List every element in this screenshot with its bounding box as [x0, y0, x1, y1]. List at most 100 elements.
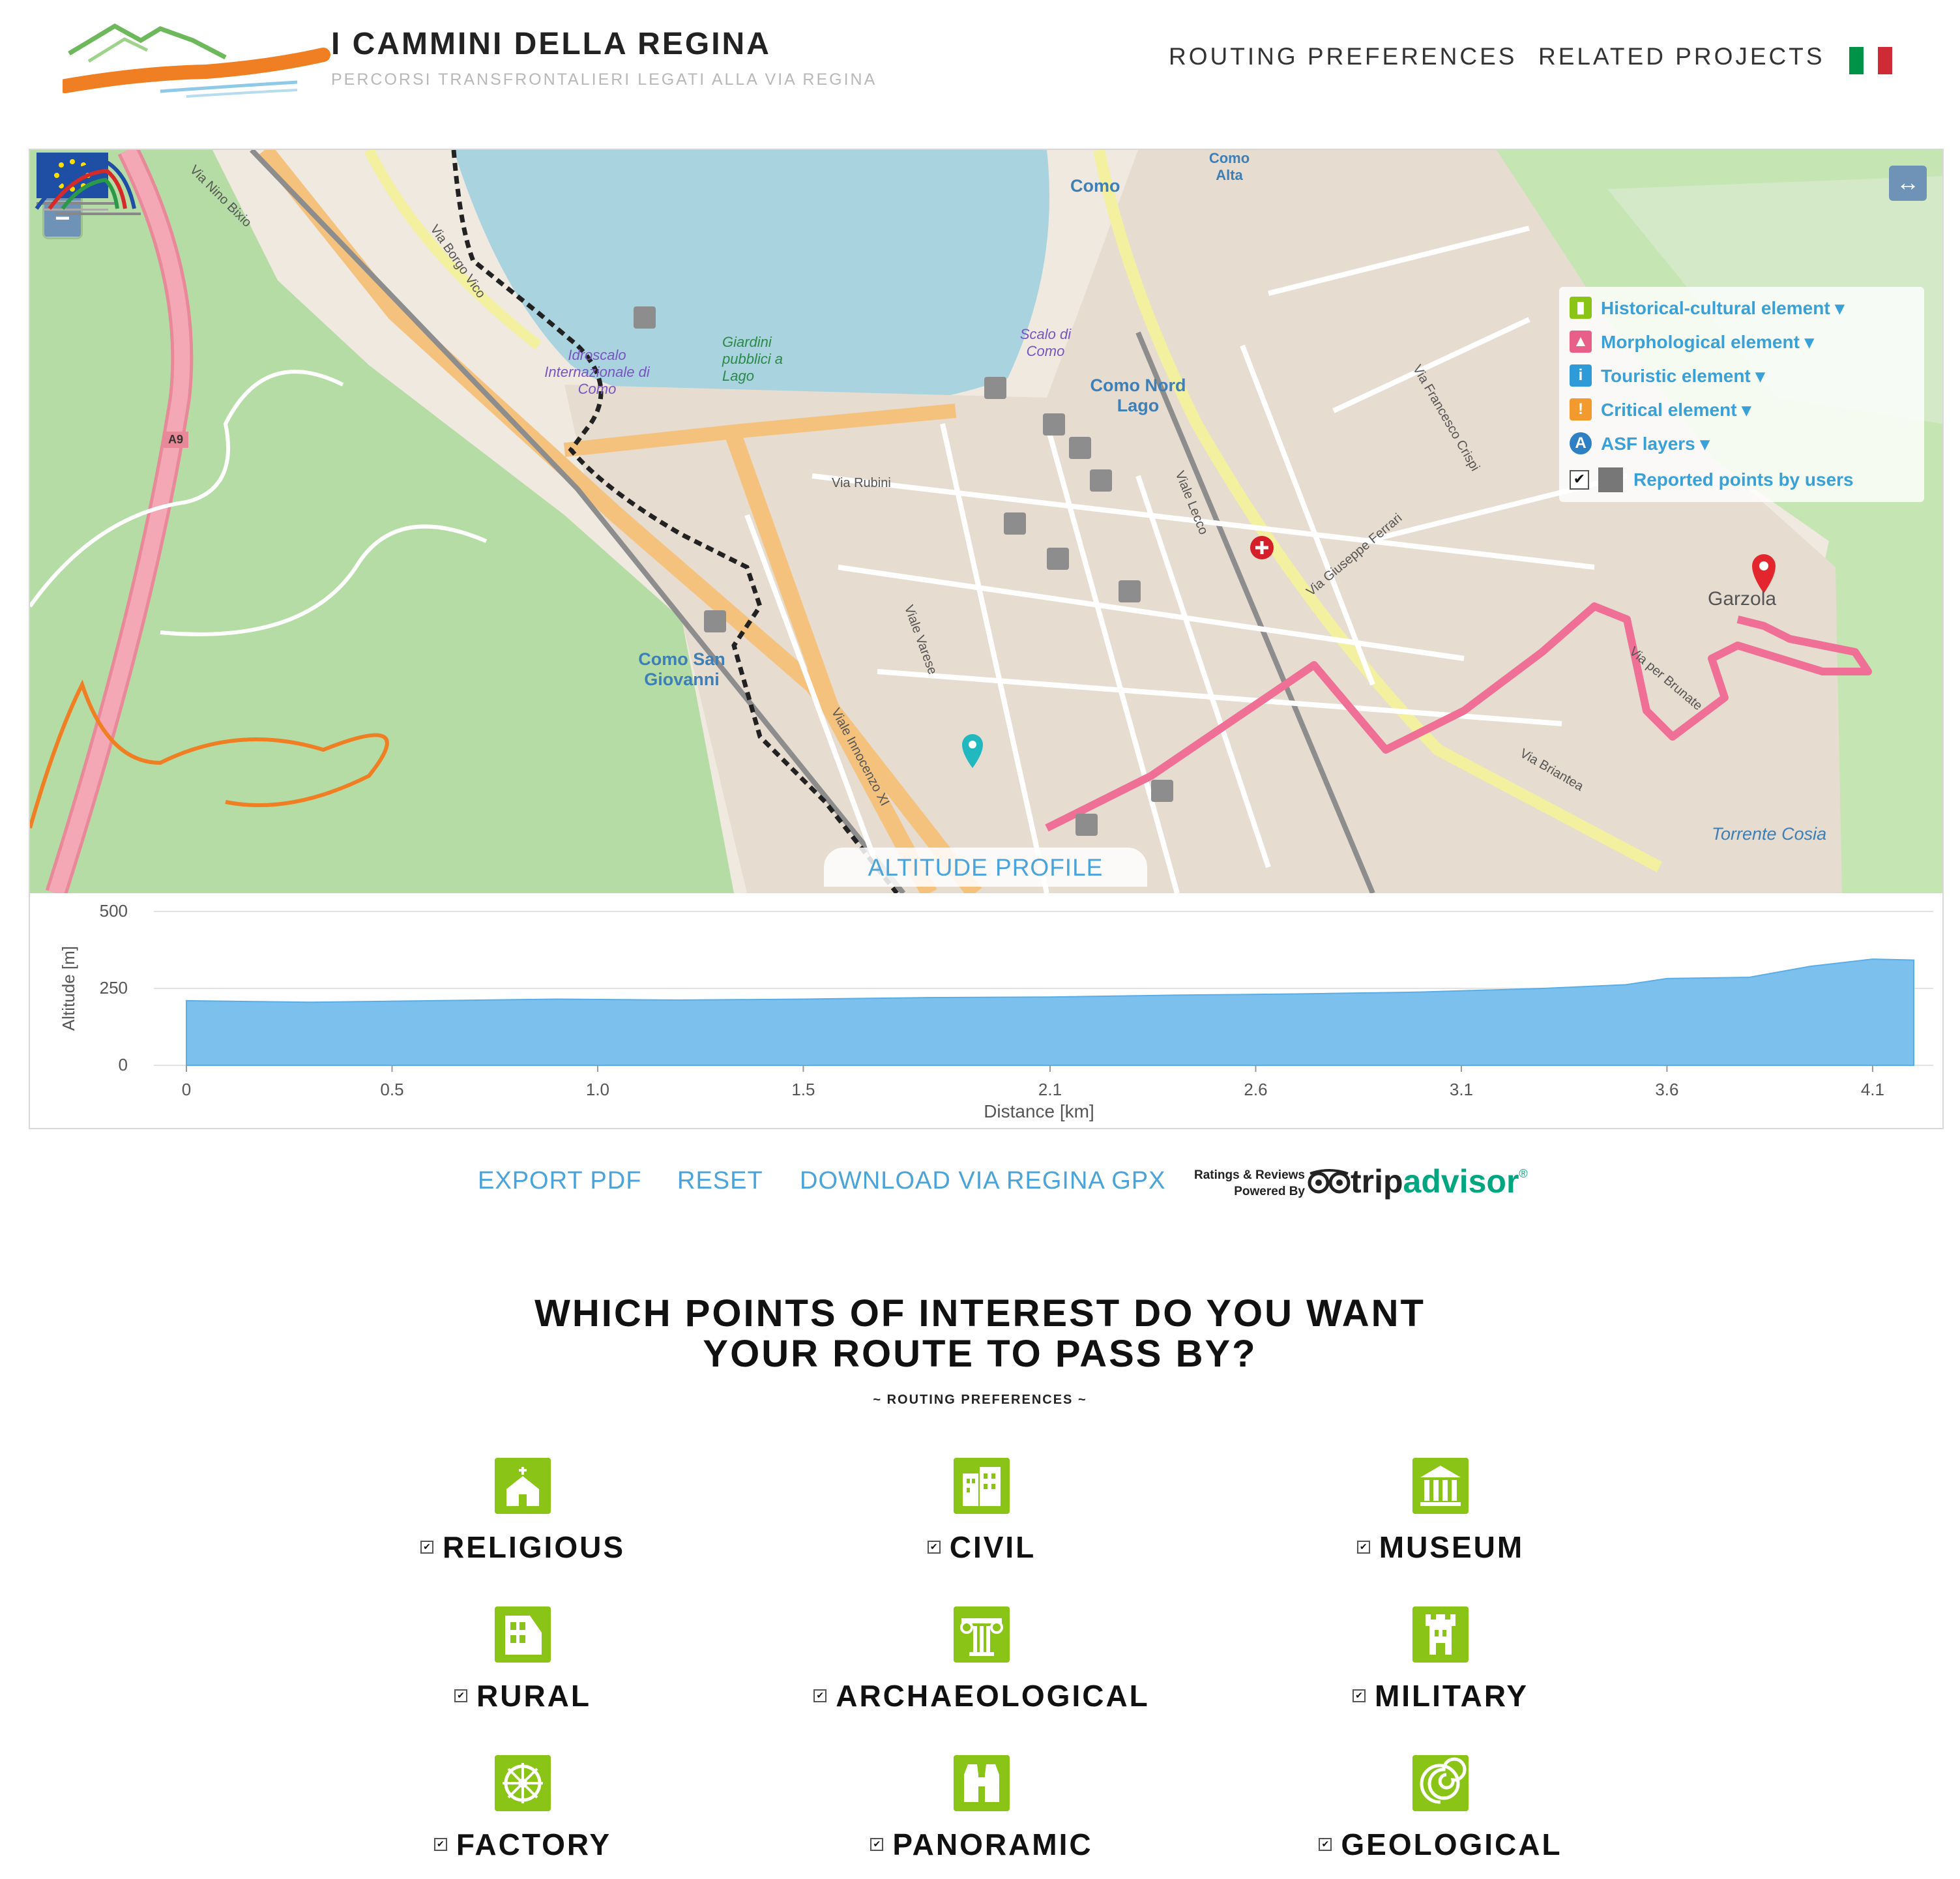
poi-option-label: GEOLOGICAL: [1341, 1827, 1562, 1861]
preferences-heading: WHICH POINTS OF INTEREST DO YOU WANT YOU…: [0, 1294, 1960, 1374]
map-poi-icon: [704, 610, 726, 632]
flag-stripe: [1864, 47, 1878, 74]
reset-link[interactable]: RESET: [677, 1167, 763, 1195]
layer-morphological[interactable]: ▲ Morphological element ▾: [1570, 329, 1814, 355]
tripadvisor-word: advisor: [1403, 1163, 1519, 1200]
poi-option-geological[interactable]: ✔ GEOLOGICAL: [1207, 1755, 1663, 1879]
poi-option-row: ✔ MUSEUM: [1207, 1530, 1674, 1565]
layer-historical-cultural[interactable]: ▮ Historical-cultural element ▾: [1570, 295, 1845, 321]
info-icon: i: [1570, 364, 1592, 387]
map-label: Giardini pubblici a Lago: [722, 334, 783, 384]
poi-option-religious[interactable]: ✔ RELIGIOUS: [289, 1458, 746, 1582]
poi-option-label: MUSEUM: [1379, 1530, 1525, 1564]
poi-option-row: ✔ CIVIL: [748, 1530, 1215, 1565]
download-gpx-link[interactable]: DOWNLOAD VIA REGINA GPX: [800, 1167, 1165, 1195]
archaeological-checkbox[interactable]: ✔: [813, 1689, 827, 1702]
x-tick-label: 0: [182, 1080, 191, 1099]
x-tick-label: 3.6: [1655, 1080, 1678, 1099]
export-pdf-link[interactable]: EXPORT PDF: [478, 1167, 641, 1195]
tripadvisor-word: trip: [1351, 1163, 1403, 1200]
layer-label: Reported points by users: [1633, 469, 1854, 490]
italian-flag-language-switch[interactable]: [1849, 47, 1892, 74]
tripadvisor-logo[interactable]: trip advisor ®: [1308, 1162, 1528, 1201]
map-label: Como: [1070, 176, 1120, 196]
ammonite-icon: [1412, 1755, 1469, 1811]
reported-points-checkbox[interactable]: ✔: [1570, 470, 1589, 490]
layer-asf[interactable]: A ASF layers ▾: [1570, 430, 1710, 456]
poi-option-label: FACTORY: [456, 1827, 612, 1861]
y-tick-label: 500: [100, 901, 128, 921]
warning-icon: !: [1570, 398, 1592, 421]
poi-option-panoramic[interactable]: ✔ PANORAMIC: [748, 1755, 1205, 1879]
altitude-area: [186, 958, 1914, 1066]
rural-checkbox[interactable]: ✔: [454, 1689, 467, 1702]
castle-tower-icon: [1412, 1606, 1469, 1663]
layer-label: Morphological element ▾: [1601, 331, 1814, 352]
map-poi-icon: [1047, 548, 1069, 570]
fullscreen-toggle-button[interactable]: ↔: [1889, 166, 1927, 201]
geological-checkbox[interactable]: ✔: [1319, 1838, 1332, 1851]
religious-checkbox[interactable]: ✔: [420, 1541, 433, 1554]
layer-reported-points[interactable]: ✔ Reported points by users: [1570, 467, 1854, 493]
map-label: Garzola: [1708, 588, 1777, 610]
map-poi-icon: [1043, 413, 1065, 436]
poi-option-row: ✔ PANORAMIC: [748, 1827, 1215, 1862]
poi-option-label: ARCHAEOLOGICAL: [836, 1679, 1150, 1713]
map-container: Como Como Nord Lago Como San Giovanni Ga…: [29, 149, 1944, 1129]
map-label: Idroscalo Internazionale di Como: [544, 347, 650, 397]
map-street-label: Via Rubini: [832, 476, 891, 490]
poi-option-military[interactable]: ✔ MILITARY: [1207, 1606, 1663, 1730]
poi-option-rural[interactable]: ✔ RURAL: [289, 1606, 746, 1730]
tripadvisor-caption-line: Ratings & Reviews: [1194, 1168, 1305, 1182]
poi-option-row: ✔ RURAL: [289, 1678, 756, 1713]
map-label: Como Alta: [1208, 150, 1250, 183]
poi-option-museum[interactable]: ✔ MUSEUM: [1207, 1458, 1663, 1582]
map-poi-icon: [984, 377, 1006, 399]
x-tick-label: 1.0: [586, 1080, 609, 1099]
poi-option-archaeological[interactable]: ✔ ARCHAEOLOGICAL: [748, 1606, 1205, 1730]
preferences-heading-line: WHICH POINTS OF INTEREST DO YOU WANT: [534, 1292, 1426, 1335]
preferences-heading-line: YOUR ROUTE TO PASS BY?: [703, 1333, 1257, 1375]
nav-related-projects[interactable]: RELATED PROJECTS: [1538, 43, 1825, 70]
poi-option-row: ✔ GEOLOGICAL: [1207, 1827, 1674, 1862]
site-logo[interactable]: [63, 14, 336, 99]
site-title: I CAMMINI DELLA REGINA: [331, 27, 771, 61]
military-checkbox[interactable]: ✔: [1352, 1689, 1366, 1702]
poi-option-row: ✔ ARCHAEOLOGICAL: [748, 1678, 1215, 1713]
asf-icon: A: [1570, 432, 1592, 454]
y-axis-title: Altitude [m]: [59, 946, 78, 1031]
civil-checkbox[interactable]: ✔: [927, 1541, 941, 1554]
poi-option-label: CIVIL: [949, 1530, 1036, 1564]
buildings-icon: [954, 1458, 1010, 1514]
factory-checkbox[interactable]: ✔: [433, 1838, 447, 1851]
x-tick-label: 4.1: [1861, 1080, 1884, 1099]
tower-icon: ▮: [1570, 297, 1592, 319]
poi-option-row: ✔ MILITARY: [1207, 1678, 1674, 1713]
poi-option-civil[interactable]: ✔ CIVIL: [748, 1458, 1205, 1582]
x-axis-title: Distance [km]: [984, 1101, 1094, 1121]
flag-stripe: [1878, 47, 1892, 74]
poi-option-label: RELIGIOUS: [442, 1530, 626, 1564]
museum-checkbox[interactable]: ✔: [1356, 1541, 1370, 1554]
x-tick-label: 2.6: [1244, 1080, 1267, 1099]
poi-option-factory[interactable]: ✔ FACTORY: [289, 1755, 746, 1879]
layer-critical[interactable]: ! Critical element ▾: [1570, 396, 1751, 422]
panoramic-checkbox[interactable]: ✔: [870, 1838, 884, 1851]
site-header: I CAMMINI DELLA REGINA PERCORSI TRANSFRO…: [0, 0, 1960, 137]
poi-option-label: RURAL: [476, 1679, 591, 1713]
map-label: Torrente Cosia: [1712, 824, 1827, 844]
map-label: Como San Giovanni: [638, 649, 725, 689]
altitude-profile-tab[interactable]: ALTITUDE PROFILE: [824, 848, 1147, 887]
map-poi-icon: [1090, 469, 1112, 492]
flag-stripe: [1849, 47, 1864, 74]
tripadvisor-caption: Ratings & Reviews Powered By: [1177, 1167, 1305, 1200]
layer-label: ASF layers ▾: [1601, 433, 1710, 454]
reported-points-swatch: [1598, 467, 1623, 492]
map-poi-icon: [1119, 580, 1141, 602]
wheel-icon: [495, 1755, 551, 1811]
binoculars-icon: [954, 1755, 1010, 1811]
route-map[interactable]: Como Como Nord Lago Como San Giovanni Ga…: [30, 150, 1942, 893]
map-poi-icon: [1151, 780, 1173, 802]
layer-touristic[interactable]: i Touristic element ▾: [1570, 362, 1765, 389]
nav-routing-preferences[interactable]: ROUTING PREFERENCES: [1169, 43, 1517, 70]
